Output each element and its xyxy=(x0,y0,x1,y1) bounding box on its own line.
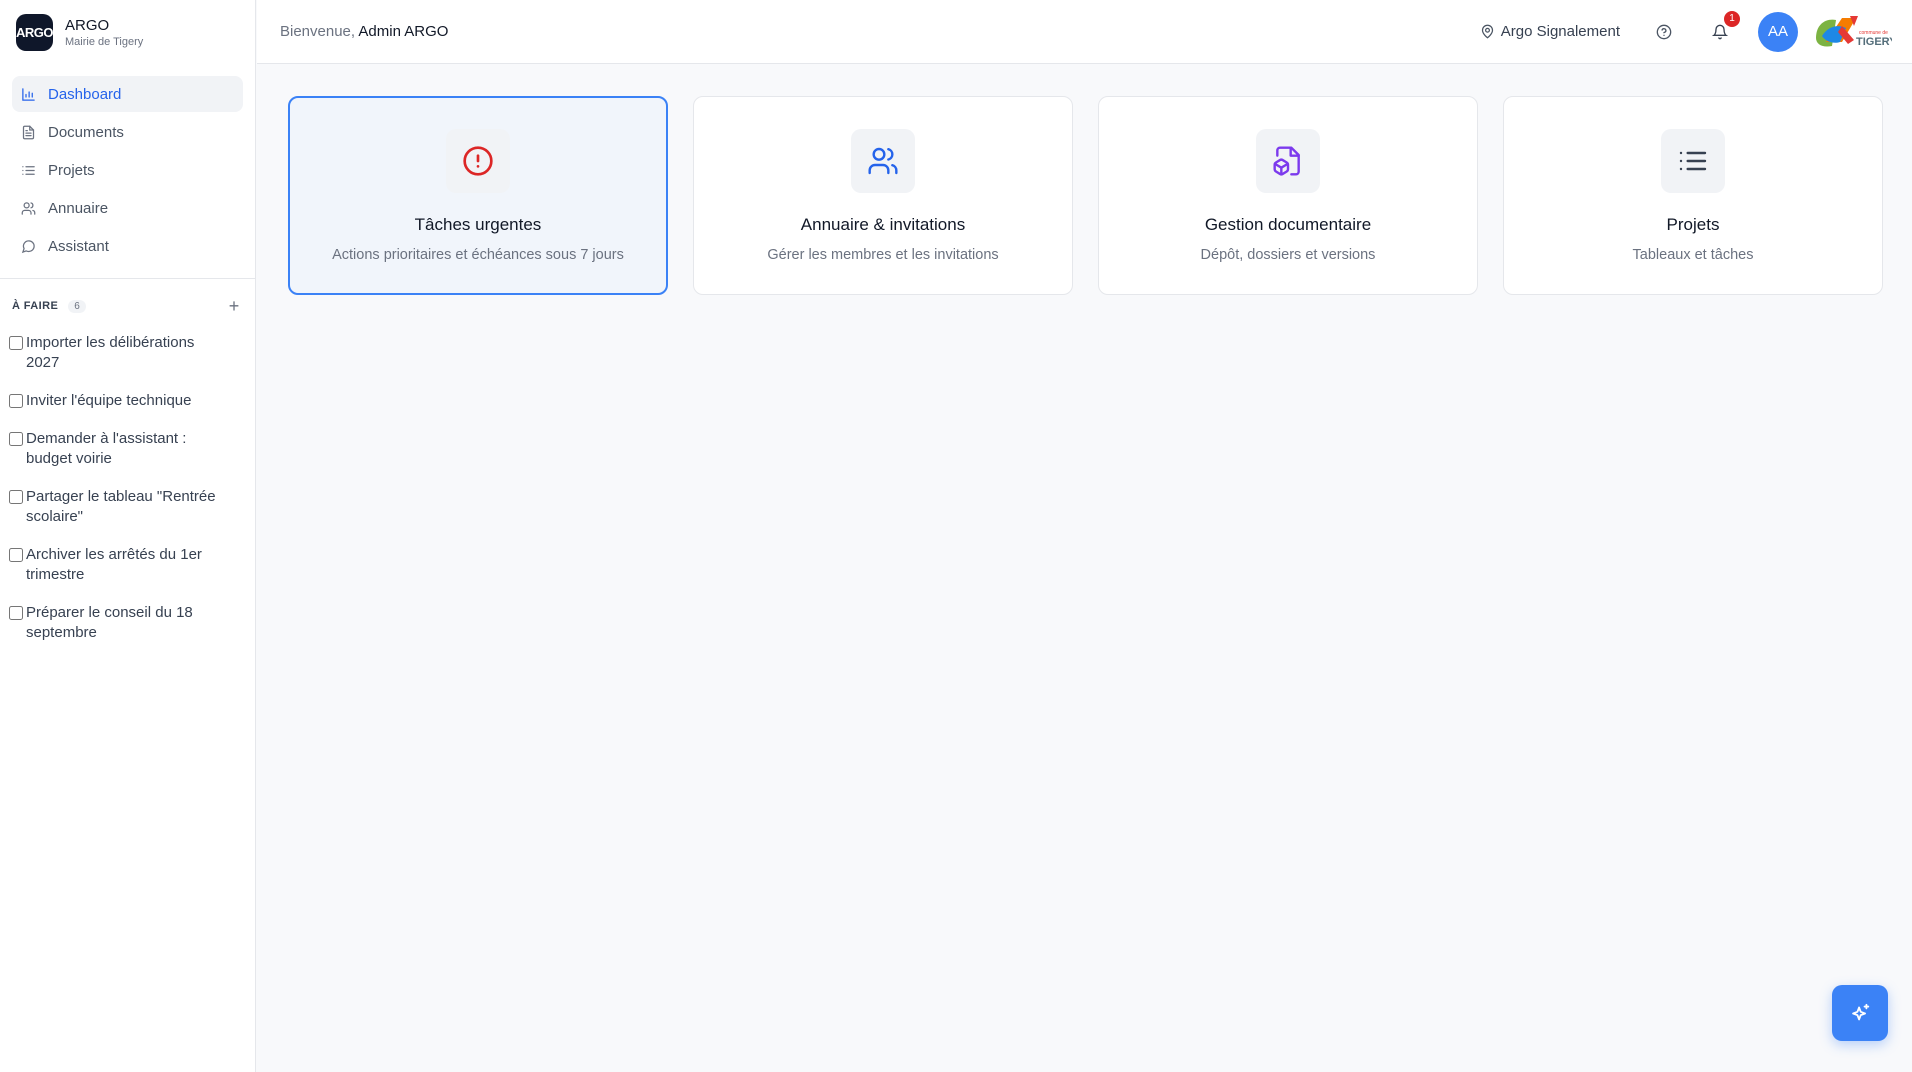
todo-label: Demander à l'assistant : budget voirie xyxy=(26,430,187,467)
card-annuaire-invitations[interactable]: Annuaire & invitations Gérer les membres… xyxy=(693,96,1073,295)
user-avatar[interactable]: AA xyxy=(1758,11,1798,52)
todo-count-badge: 6 xyxy=(68,299,86,313)
welcome-user-name: Admin ARGO xyxy=(358,23,449,40)
todo-item[interactable]: Partager le tableau "Rentrée scolaire" xyxy=(9,487,247,527)
dashboard-main: Tâches urgentes Actions prioritaires et … xyxy=(257,65,1912,1072)
card-description: Actions prioritaires et échéances sous 7… xyxy=(332,247,624,263)
todo-item[interactable]: Archiver les arrêtés du 1er trimestre xyxy=(9,545,247,585)
todo-label: Préparer le conseil du 18 septembre xyxy=(26,604,193,641)
todo-label: Importer les délibérations 2027 xyxy=(26,334,195,371)
welcome-message: Bienvenue, Admin ARGO xyxy=(280,23,448,40)
todo-checkbox[interactable] xyxy=(9,394,23,408)
notification-badge: 1 xyxy=(1724,10,1740,27)
bar-chart-icon xyxy=(20,86,36,102)
sidebar-item-label: Projets xyxy=(48,161,95,179)
card-title: Projets xyxy=(1666,215,1720,234)
todo-checkbox[interactable] xyxy=(9,490,23,504)
card-gestion-documentaire[interactable]: Gestion documentaire Dépôt, dossiers et … xyxy=(1098,96,1478,295)
alert-circle-icon xyxy=(446,129,510,193)
brand-name: ARGO xyxy=(65,16,110,34)
file-box-icon xyxy=(1256,129,1320,193)
sidebar-item-label: Dashboard xyxy=(48,85,122,103)
add-todo-button[interactable]: + xyxy=(225,296,243,316)
card-description: Dépôt, dossiers et versions xyxy=(1200,247,1376,263)
brand-logo: ARGO xyxy=(16,13,53,51)
sidebar-item-label: Annuaire xyxy=(48,199,109,217)
brand-subtitle: Mairie de Tigery xyxy=(65,35,144,48)
sidebar-item-documents[interactable]: Documents xyxy=(12,114,243,150)
todo-label: Inviter l'équipe technique xyxy=(26,392,192,409)
sidebar-item-label: Documents xyxy=(48,123,124,141)
users-icon xyxy=(851,129,915,193)
notifications-button[interactable]: 1 xyxy=(1702,10,1740,50)
todo-item[interactable]: Importer les délibérations 2027 xyxy=(9,333,247,373)
todo-checkbox[interactable] xyxy=(9,336,23,350)
sidebar-nav: Dashboard Documents Projets Annuaire Ass… xyxy=(0,64,255,279)
dashboard-cards: Tâches urgentes Actions prioritaires et … xyxy=(288,96,1883,295)
card-title: Annuaire & invitations xyxy=(800,215,966,234)
sparkles-icon xyxy=(1852,1003,1870,1021)
list-icon xyxy=(20,162,36,178)
sidebar-item-dashboard[interactable]: Dashboard xyxy=(12,76,243,112)
todo-label: Archiver les arrêtés du 1er trimestre xyxy=(26,546,202,583)
todo-label: Partager le tableau "Rentrée scolaire" xyxy=(26,488,216,525)
sidebar-item-projets[interactable]: Projets xyxy=(12,152,243,188)
chat-icon xyxy=(20,238,36,254)
card-description: Tableaux et tâches xyxy=(1632,247,1754,263)
card-title: Tâches urgentes xyxy=(414,215,542,234)
welcome-prefix: Bienvenue, xyxy=(280,23,356,40)
bell-icon xyxy=(1712,24,1728,39)
sidebar-item-label: Assistant xyxy=(48,237,109,255)
todo-checkbox[interactable] xyxy=(9,548,23,562)
todo-title: À FAIRE xyxy=(12,300,59,312)
todo-checkbox[interactable] xyxy=(9,606,23,620)
sidebar: ARGO ARGO Mairie de Tigery Dashboard Doc… xyxy=(0,0,256,1072)
location-label: Argo Signalement xyxy=(1500,23,1620,40)
todo-list: Importer les délibérations 2027 Inviter … xyxy=(0,333,255,643)
top-header: Bienvenue, Admin ARGO Argo Signalement 1… xyxy=(257,0,1912,64)
todo-checkbox[interactable] xyxy=(9,432,23,446)
card-projets[interactable]: Projets Tableaux et tâches xyxy=(1503,96,1883,295)
location-selector[interactable]: Argo Signalement xyxy=(1480,23,1620,40)
sidebar-item-assistant[interactable]: Assistant xyxy=(12,228,243,264)
users-icon xyxy=(20,200,36,216)
todo-header: À FAIRE 6 + xyxy=(0,279,255,333)
todo-item[interactable]: Inviter l'équipe technique xyxy=(9,391,247,411)
card-title: Gestion documentaire xyxy=(1204,215,1372,234)
help-circle-icon xyxy=(1656,24,1672,39)
help-button[interactable] xyxy=(1646,14,1682,50)
todo-item[interactable]: Demander à l'assistant : budget voirie xyxy=(9,429,247,469)
todo-item[interactable]: Préparer le conseil du 18 septembre xyxy=(9,603,247,643)
card-description: Gérer les membres et les invitations xyxy=(767,247,999,263)
brand[interactable]: ARGO ARGO Mairie de Tigery xyxy=(0,0,255,64)
map-pin-icon xyxy=(1481,24,1493,39)
city-logo: commune de TIGERY xyxy=(1812,12,1897,52)
sidebar-item-annuaire[interactable]: Annuaire xyxy=(12,190,243,226)
list-icon xyxy=(1661,129,1725,193)
city-logo-text: TIGERY xyxy=(1856,36,1892,48)
ai-assistant-button[interactable] xyxy=(1832,985,1888,1041)
card-taches-urgentes[interactable]: Tâches urgentes Actions prioritaires et … xyxy=(288,96,668,295)
document-icon xyxy=(20,124,36,140)
